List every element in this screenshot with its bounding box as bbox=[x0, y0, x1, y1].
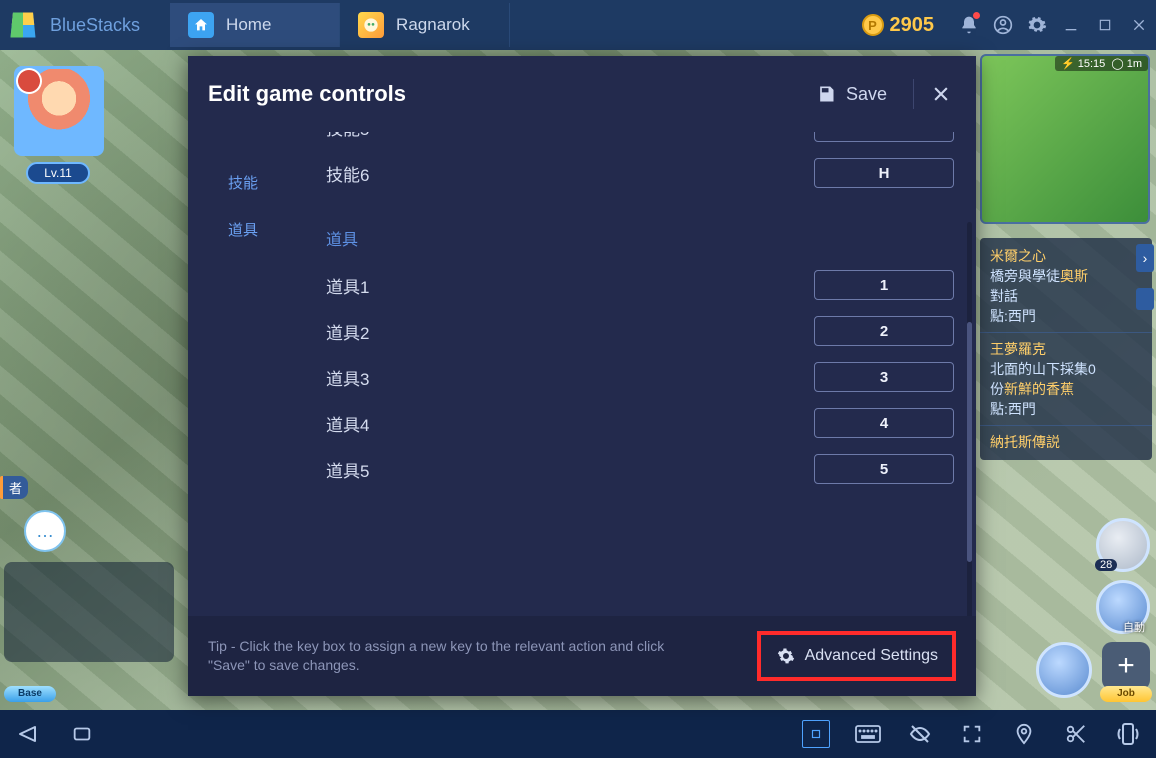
shake-icon[interactable] bbox=[1114, 720, 1142, 748]
window-close[interactable] bbox=[1122, 8, 1156, 42]
player-avatar-hud[interactable]: Lv.11 bbox=[14, 66, 124, 226]
titlebar: BlueStacks Home Ragnarok P 2905 bbox=[0, 0, 1156, 50]
modal-footer: Tip - Click the key box to assign a new … bbox=[188, 616, 976, 696]
keybind-label: 道具2 bbox=[302, 319, 642, 344]
keyboard-icon[interactable] bbox=[854, 720, 882, 748]
hud-clock: ⚡ 15:15 ◯ 1m bbox=[1055, 56, 1148, 71]
fullscreen-icon[interactable] bbox=[958, 720, 986, 748]
keybind-input[interactable]: G bbox=[814, 132, 954, 142]
auto-button[interactable]: 自動 bbox=[1096, 580, 1150, 634]
account-icon[interactable] bbox=[986, 8, 1020, 42]
keybind-row: 道具2 2 bbox=[302, 308, 954, 354]
keybind-row: 道具5 5 bbox=[302, 446, 954, 492]
bell-icon[interactable] bbox=[952, 8, 986, 42]
back-icon[interactable] bbox=[14, 720, 42, 748]
keybind-label: 道具3 bbox=[302, 365, 642, 390]
edit-controls-modal: Edit game controls Save 技能 道具 技能5 G bbox=[188, 56, 976, 696]
keybind-input[interactable]: 2 bbox=[814, 316, 954, 346]
window-maximize[interactable] bbox=[1088, 8, 1122, 42]
bottom-bar bbox=[0, 710, 1156, 758]
player-name-tag: 者 bbox=[0, 476, 28, 499]
keybind-row: 道具3 3 bbox=[302, 354, 954, 400]
advanced-settings-label: Advanced Settings bbox=[805, 647, 938, 665]
quest-next-icon[interactable]: › bbox=[1136, 244, 1154, 272]
keybind-label: 技能6 bbox=[302, 161, 642, 186]
close-icon bbox=[931, 84, 951, 104]
quest-1-line: 橋旁與學徒奧斯 bbox=[990, 266, 1142, 286]
quest-1-title: 米爾之心 bbox=[990, 246, 1142, 266]
keybind-label: 道具4 bbox=[302, 411, 642, 436]
player-level-badge: Lv.11 bbox=[26, 162, 90, 184]
window-minimize[interactable] bbox=[1054, 8, 1088, 42]
base-xp-pill: Base bbox=[4, 686, 56, 702]
sidebar-item-skill[interactable]: 技能 bbox=[228, 172, 258, 193]
keybind-label: 道具5 bbox=[302, 457, 642, 482]
quest-2-line: 北面的山下採集0 bbox=[990, 359, 1142, 379]
keybind-row: 技能6 H bbox=[302, 150, 954, 196]
brand-name: BlueStacks bbox=[50, 15, 140, 36]
save-button[interactable]: Save bbox=[804, 78, 899, 111]
keybind-input[interactable]: 1 bbox=[814, 270, 954, 300]
quest-3-title: 納托斯傳説 bbox=[990, 432, 1142, 452]
save-label: Save bbox=[846, 84, 887, 105]
tab-ragnarok-label: Ragnarok bbox=[396, 15, 470, 35]
minimap[interactable] bbox=[980, 54, 1150, 224]
home-nav-icon[interactable] bbox=[68, 720, 96, 748]
job-xp-pill: Job bbox=[1100, 686, 1152, 702]
plus-button[interactable]: + bbox=[1102, 642, 1150, 690]
keybind-row: 技能5 G bbox=[302, 132, 954, 150]
quest-list-icon[interactable] bbox=[1136, 288, 1154, 310]
keybind-row: 道具4 4 bbox=[302, 400, 954, 446]
save-icon bbox=[816, 84, 836, 104]
chat-bubble-icon[interactable]: … bbox=[24, 510, 66, 552]
sidebar-item-item[interactable]: 道具 bbox=[228, 219, 258, 240]
action-buttons-hud: 28 自動 + bbox=[1030, 518, 1150, 698]
advanced-gear-icon bbox=[777, 647, 795, 665]
ragnarok-icon bbox=[358, 12, 384, 38]
keybind-label: 道具1 bbox=[302, 273, 642, 298]
home-icon bbox=[188, 12, 214, 38]
modal-title: Edit game controls bbox=[208, 81, 804, 107]
scissors-icon[interactable] bbox=[1062, 720, 1090, 748]
modal-sidebar: 技能 道具 bbox=[188, 132, 298, 616]
keybind-input[interactable]: 4 bbox=[814, 408, 954, 438]
close-button[interactable] bbox=[928, 81, 954, 107]
bluestacks-logo bbox=[0, 2, 46, 48]
toggle-overlay-icon[interactable] bbox=[802, 720, 830, 748]
quest-2-title: 王夢羅克 bbox=[990, 339, 1142, 359]
modal-content: 技能5 G 技能6 H 道具 道具1 1 道具2 2 bbox=[298, 132, 976, 616]
keybind-row: 道具1 1 bbox=[302, 262, 954, 308]
tab-home-label: Home bbox=[226, 15, 271, 35]
modal-header: Edit game controls Save bbox=[188, 56, 976, 132]
quest-2-loc: 點:西門 bbox=[990, 399, 1142, 419]
equip-button[interactable]: 28 bbox=[1096, 518, 1150, 572]
keybind-input[interactable]: 5 bbox=[814, 454, 954, 484]
keybind-label: 技能5 bbox=[302, 132, 642, 140]
auto-label: 自動 bbox=[1123, 619, 1145, 635]
game-viewport: Lv.11 ⚡ 15:15 ◯ 1m › 米爾之心 橋旁與學徒奧斯 對話 點:西… bbox=[0, 50, 1156, 710]
tab-ragnarok[interactable]: Ragnarok bbox=[340, 3, 510, 47]
gear-icon[interactable] bbox=[1020, 8, 1054, 42]
quest-panel[interactable]: › 米爾之心 橋旁與學徒奧斯 對話 點:西門 王夢羅克 北面的山下採集0 份新鮮… bbox=[980, 238, 1152, 460]
quest-1-loc: 點:西門 bbox=[990, 306, 1142, 326]
coin-value: 2905 bbox=[890, 14, 935, 37]
scrollbar-thumb[interactable] bbox=[967, 322, 972, 562]
keybind-input[interactable]: 3 bbox=[814, 362, 954, 392]
chat-panel[interactable] bbox=[4, 562, 174, 662]
location-icon[interactable] bbox=[1010, 720, 1038, 748]
equip-count: 28 bbox=[1095, 559, 1117, 571]
footer-tip: Tip - Click the key box to assign a new … bbox=[208, 637, 688, 675]
hand-button[interactable] bbox=[1036, 642, 1092, 698]
advanced-settings-button[interactable]: Advanced Settings bbox=[757, 631, 956, 681]
tab-home[interactable]: Home bbox=[170, 3, 340, 47]
coin-icon: P bbox=[862, 14, 884, 36]
section-heading-item: 道具 bbox=[302, 196, 954, 262]
hide-icon[interactable] bbox=[906, 720, 934, 748]
quest-2-line2: 份新鮮的香蕉 bbox=[990, 379, 1142, 399]
keybind-input[interactable]: H bbox=[814, 158, 954, 188]
quest-1-line2: 對話 bbox=[990, 286, 1142, 306]
coin-counter[interactable]: P 2905 bbox=[862, 14, 935, 37]
